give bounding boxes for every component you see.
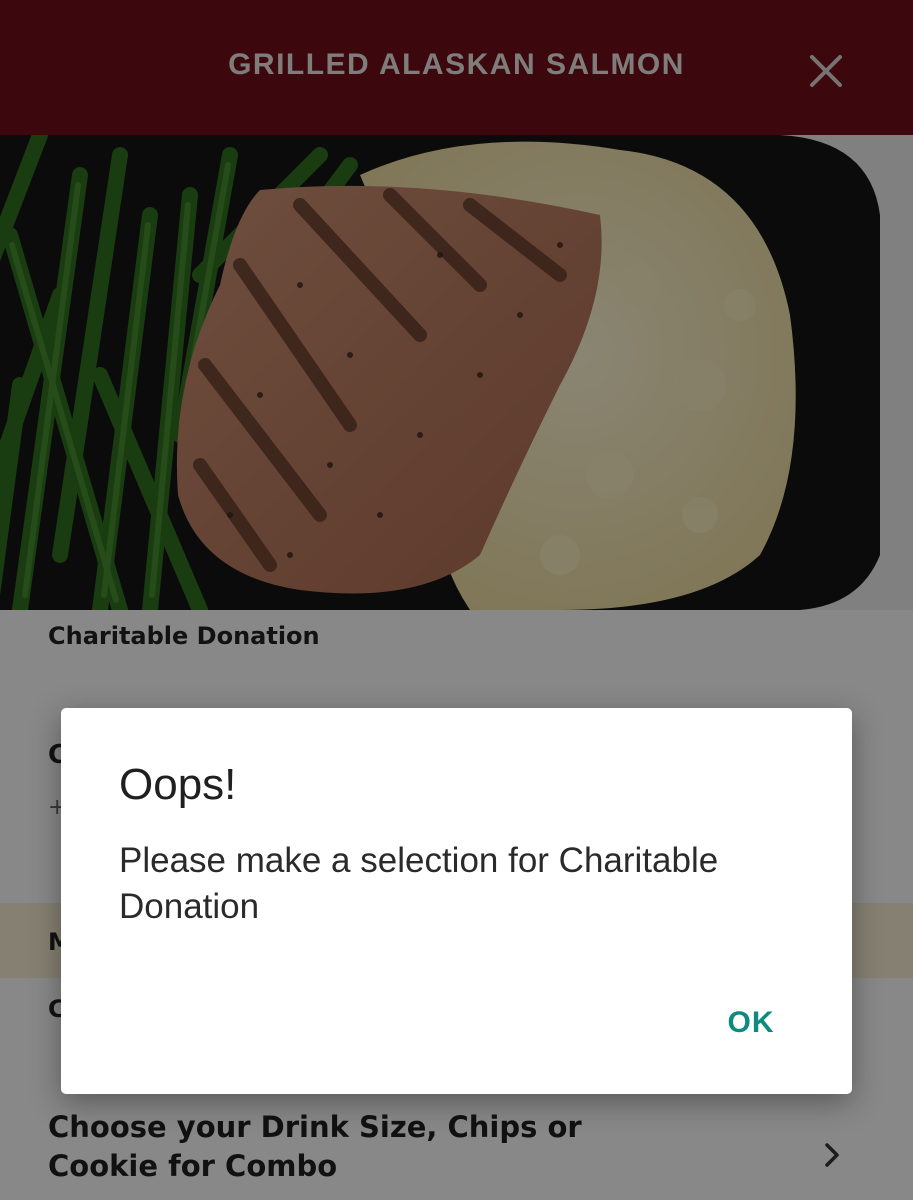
dialog-title: Oops! [119,760,237,809]
alert-dialog: Oops! Please make a selection for Charit… [61,708,852,1094]
ok-button[interactable]: OK [701,998,801,1048]
dialog-message: Please make a selection for Charitable D… [119,841,719,926]
